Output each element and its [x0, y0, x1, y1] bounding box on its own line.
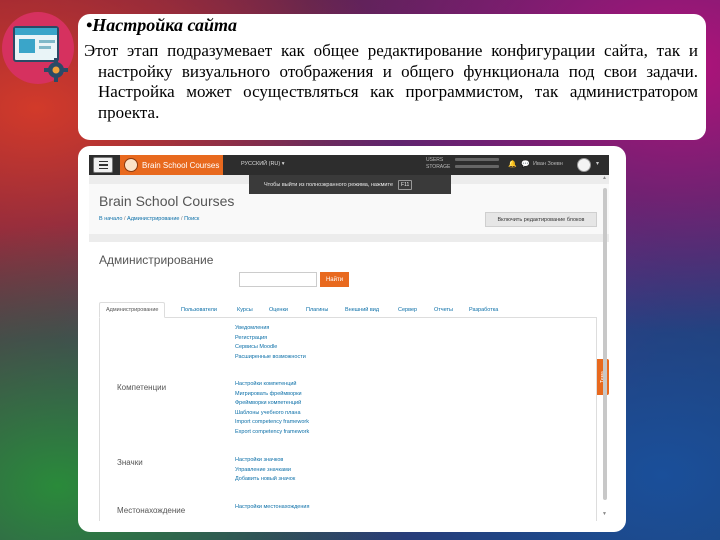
fullscreen-tooltip: Чтобы выйти из полноэкранного режима, на…	[249, 175, 451, 194]
tab-appearance[interactable]: Внешний вид	[345, 302, 379, 318]
link-import-framework[interactable]: Import competency framework	[235, 418, 309, 428]
link-notifications[interactable]: Уведомления	[235, 324, 269, 334]
scrollbar[interactable]	[603, 180, 608, 515]
link-export-framework[interactable]: Export competency framework	[235, 428, 309, 438]
tab-reports[interactable]: Отчеты	[434, 302, 453, 318]
bell-icon[interactable]: 🔔	[508, 160, 517, 168]
breadcrumb-home[interactable]: В начало	[99, 216, 122, 222]
section-competencies-title[interactable]: Компетенции	[117, 383, 166, 392]
slide-heading: •Настройка сайта	[86, 15, 238, 35]
storage-label: STORAGE	[426, 164, 451, 170]
breadcrumb: В начало / Администрирование / Поиск	[99, 216, 200, 222]
link-location-settings[interactable]: Настройки местонахождения	[235, 503, 309, 513]
edit-blocks-button[interactable]: Включить редактирование блоков	[485, 212, 597, 227]
paragraph-text: Этот этап подразумевает как общее редакт…	[84, 41, 698, 122]
link-add-badge[interactable]: Добавить новый значок	[235, 475, 295, 485]
language-menu[interactable]: РУССКИЙ (RU) ▾	[241, 161, 285, 167]
users-label: USERS	[426, 157, 444, 163]
course-title: Brain School Courses	[99, 193, 235, 209]
avatar[interactable]	[577, 158, 591, 172]
user-name[interactable]: Иван Зоевн	[533, 161, 563, 167]
breadcrumb-admin[interactable]: Администрирование	[127, 216, 179, 222]
usage-bars	[455, 158, 499, 172]
tab-development[interactable]: Разработка	[469, 302, 498, 318]
admin-search-input[interactable]	[239, 272, 317, 287]
menu-toggle-button[interactable]	[93, 157, 113, 173]
tab-server[interactable]: Сервер	[398, 302, 417, 318]
moodle-screenshot: Brain School Courses РУССКИЙ (RU) ▾ USER…	[89, 155, 609, 521]
link-competency-settings[interactable]: Настройки компетенций	[235, 380, 297, 390]
scroll-down-icon[interactable]: ▼	[602, 511, 607, 517]
f11-key: F11	[398, 179, 413, 190]
tab-grades[interactable]: Оценки	[269, 302, 288, 318]
link-competency-frameworks[interactable]: Фреймворки компетенций	[235, 399, 301, 409]
section-location-title[interactable]: Местонахождение	[117, 506, 185, 515]
tab-content	[99, 318, 597, 521]
section-badges-title[interactable]: Значки	[117, 458, 143, 467]
slide-paragraph: Этот этап подразумевает как общее редакт…	[84, 41, 698, 123]
tab-courses[interactable]: Курсы	[237, 302, 253, 318]
page-title: Администрирование	[99, 253, 214, 267]
link-manage-badges[interactable]: Управление значками	[235, 466, 291, 476]
chat-icon[interactable]: 💬	[521, 160, 530, 168]
chevron-down-icon[interactable]: ▾	[596, 160, 599, 167]
tab-plugins[interactable]: Плагины	[306, 302, 328, 318]
brand-name: Brain School Courses	[142, 160, 220, 170]
link-learning-plan-templates[interactable]: Шаблоны учебного плана	[235, 409, 301, 419]
website-settings-illustration-icon	[2, 12, 74, 84]
search-button[interactable]: Найти	[320, 272, 349, 287]
link-migrate-frameworks[interactable]: Мигрировать фреймворки	[235, 390, 302, 400]
link-advanced-features[interactable]: Расширенные возможности	[235, 353, 306, 363]
usage-labels: USERS STORAGE	[426, 157, 450, 171]
brand-link[interactable]: Brain School Courses	[120, 155, 223, 175]
fullscreen-tip-text: Чтобы выйти из полноэкранного режима, на…	[264, 181, 394, 188]
navbar: Brain School Courses РУССКИЙ (RU) ▾ USER…	[89, 155, 609, 175]
link-registration[interactable]: Регистрация	[235, 334, 267, 344]
tab-users[interactable]: Пользователи	[181, 302, 217, 318]
school-logo-icon	[124, 158, 138, 172]
gear-icon	[44, 58, 68, 82]
breadcrumb-search[interactable]: Поиск	[184, 216, 199, 222]
browser-window-icon	[13, 26, 59, 62]
tab-admin[interactable]: Администрирование	[99, 302, 166, 318]
link-badge-settings[interactable]: Настройки значков	[235, 456, 283, 466]
link-moodle-services[interactable]: Сервисы Moodle	[235, 343, 277, 353]
